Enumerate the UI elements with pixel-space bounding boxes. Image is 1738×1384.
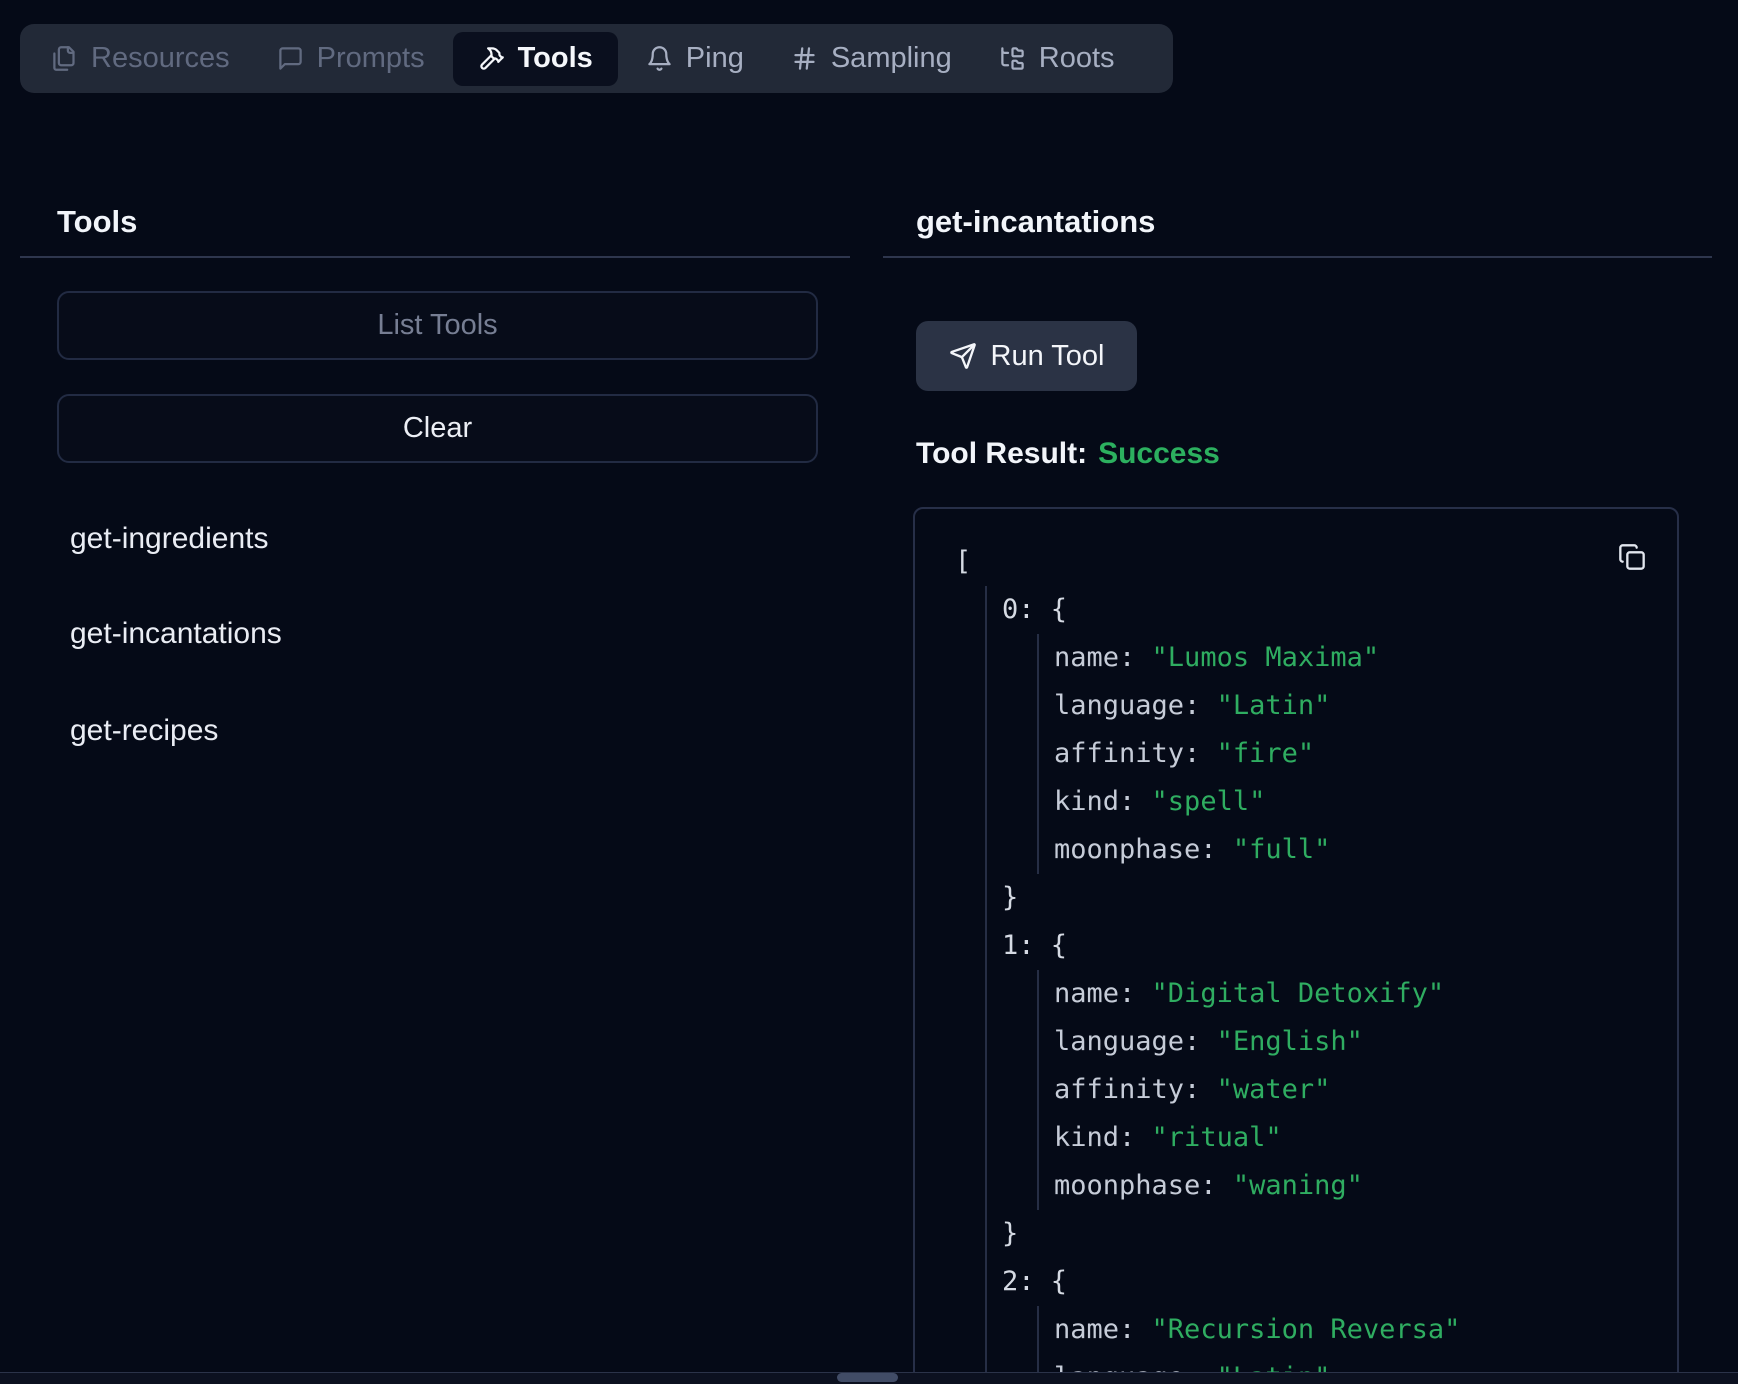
run-tool-label: Run Tool [991,340,1105,373]
json-line: language: "English" [1054,1018,1675,1066]
json-line: kind: "ritual" [1054,1114,1675,1162]
run-tool-button[interactable]: Run Tool [916,321,1137,391]
horizontal-scrollbar-thumb[interactable] [837,1373,898,1382]
json-key: language: [1054,1026,1217,1057]
json-object-fields: name: "Lumos Maxima"language: "Latin"aff… [1037,634,1675,874]
json-line: } [1002,874,1675,922]
json-object-fields: name: "Digital Detoxify"language: "Engli… [1037,970,1675,1210]
json-key: moonphase: [1054,1170,1233,1201]
tool-result-line: Tool Result: Success [916,437,1220,471]
tool-list-item-get-incantations[interactable]: get-incantations [70,617,282,661]
json-line: kind: "spell" [1054,778,1675,826]
tools-panel-title: Tools [57,204,137,240]
json-line: language: "Latin" [1054,682,1675,730]
tab-label: Ping [686,42,744,75]
bell-icon [646,45,673,72]
clear-button[interactable]: Clear [57,394,818,463]
json-line: affinity: "fire" [1054,730,1675,778]
tab-label: Sampling [831,42,952,75]
json-value: "spell" [1152,786,1266,817]
tool-list-item-get-ingredients[interactable]: get-ingredients [70,522,268,566]
tab-roots[interactable]: Roots [980,32,1134,86]
json-line: moonphase: "full" [1054,826,1675,874]
tab-label: Prompts [317,42,425,75]
json-line: name: "Recursion Reversa" [1054,1306,1675,1354]
json-key: kind: [1054,1122,1152,1153]
tab-bar: Resources Prompts Tools Ping Sampling Ro… [20,24,1173,93]
tab-prompts[interactable]: Prompts [258,32,444,86]
hammer-icon [478,45,505,72]
folder-tree-icon [999,45,1026,72]
send-icon [949,342,977,370]
json-key: moonphase: [1054,834,1233,865]
json-line: 1: { [1002,922,1675,970]
tab-label: Roots [1039,42,1115,75]
json-key: affinity: [1054,1074,1217,1105]
json-array-items: 0: {name: "Lumos Maxima"language: "Latin… [985,586,1675,1384]
tab-label: Tools [518,42,593,75]
json-line: affinity: "water" [1054,1066,1675,1114]
json-key: kind: [1054,786,1152,817]
json-value: "Lumos Maxima" [1152,642,1380,673]
json-value: "English" [1217,1026,1363,1057]
json-line: name: "Lumos Maxima" [1054,634,1675,682]
json-key: affinity: [1054,738,1217,769]
tool-list-item-get-recipes[interactable]: get-recipes [70,714,218,758]
json-line: moonphase: "waning" [1054,1162,1675,1210]
tool-detail-title: get-incantations [916,204,1155,240]
json-key: name: [1054,642,1152,673]
json-line: name: "Digital Detoxify" [1054,970,1675,1018]
json-value: "Recursion Reversa" [1152,1314,1461,1345]
hash-icon [791,45,818,72]
json-value: "ritual" [1152,1122,1282,1153]
message-square-icon [277,45,304,72]
tool-detail-divider [883,256,1712,258]
json-value: "Digital Detoxify" [1152,978,1445,1009]
json-key: name: [1054,978,1152,1009]
list-tools-button[interactable]: List Tools [57,291,818,360]
json-line: 2: { [1002,1258,1675,1306]
files-icon [51,45,78,72]
json-key: name: [1054,1314,1152,1345]
json-value: "fire" [1217,738,1315,769]
json-tree: [ 0: {name: "Lumos Maxima"language: "Lat… [955,538,1675,1384]
tools-panel-divider [20,256,850,258]
json-value: "waning" [1233,1170,1363,1201]
tab-ping[interactable]: Ping [627,32,763,86]
app-window: Resources Prompts Tools Ping Sampling Ro… [0,0,1738,1384]
json-line: 0: { [1002,586,1675,634]
tab-sampling[interactable]: Sampling [772,32,971,86]
tab-label: Resources [91,42,230,75]
json-line: } [1002,1210,1675,1258]
json-value: "full" [1233,834,1331,865]
json-value: "water" [1217,1074,1331,1105]
json-key: language: [1054,690,1217,721]
tool-result-status: Success [1098,437,1220,470]
json-root-bracket: [ [955,538,1675,586]
json-value: "Latin" [1217,690,1331,721]
tool-result-label: Tool Result: [916,437,1087,470]
tab-resources[interactable]: Resources [32,32,249,86]
tool-result-json-viewer: [ 0: {name: "Lumos Maxima"language: "Lat… [913,507,1679,1384]
tab-tools[interactable]: Tools [453,32,618,86]
